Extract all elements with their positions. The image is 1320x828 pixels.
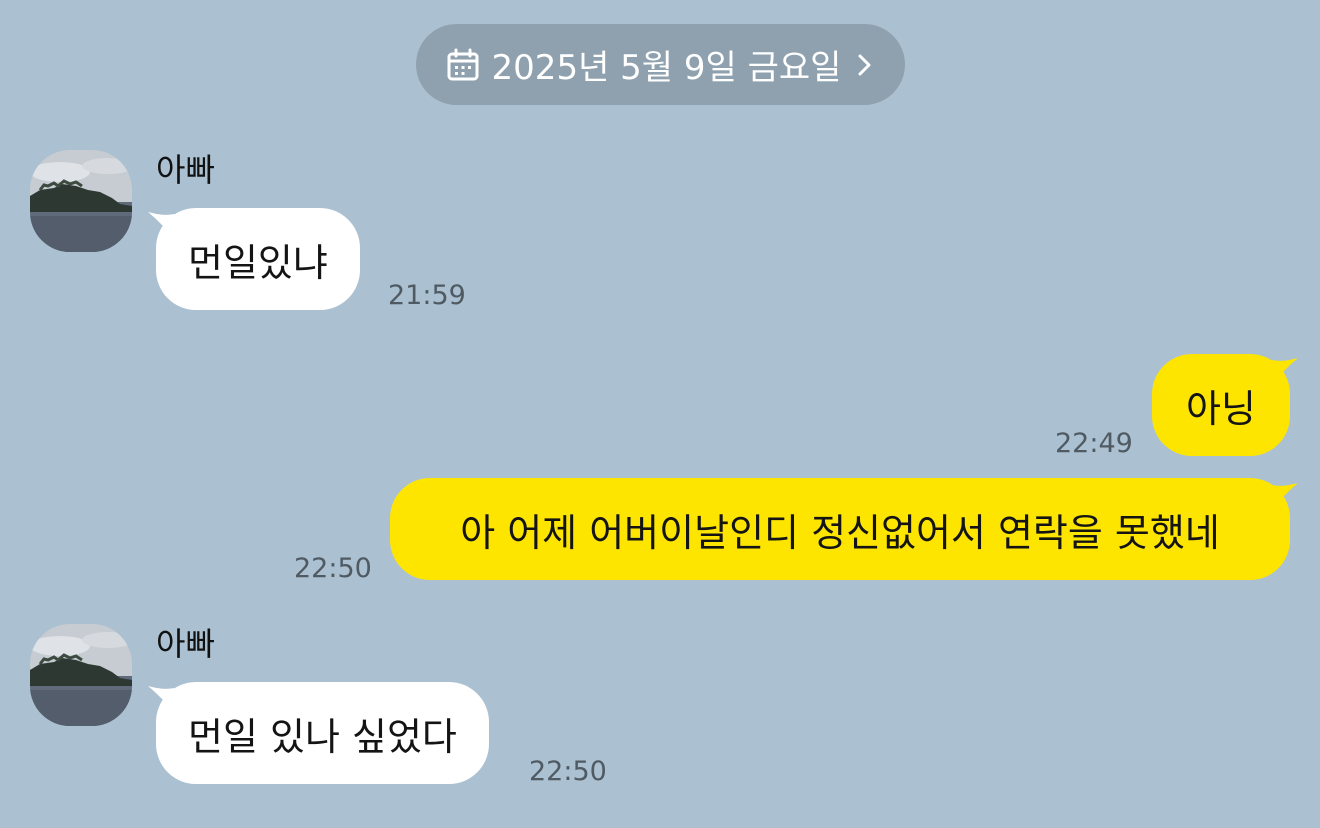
message-bubble[interactable]: 아 어제 어버이날인디 정신없어서 연락을 못했네	[390, 478, 1290, 580]
calendar-icon	[446, 48, 480, 82]
message-bubble[interactable]: 아닝	[1152, 354, 1290, 456]
message-timestamp: 22:50	[529, 756, 607, 787]
date-header-label: 2025년 5월 9일 금요일	[491, 48, 842, 88]
message-bubble[interactable]: 먼일있냐	[156, 208, 360, 310]
chevron-right-icon	[855, 50, 875, 80]
message-bubble[interactable]: 먼일 있나 싶었다	[156, 682, 489, 784]
avatar[interactable]	[30, 624, 132, 726]
message-timestamp: 21:59	[388, 280, 466, 311]
avatar[interactable]	[30, 150, 132, 252]
message-timestamp: 22:50	[294, 553, 372, 584]
date-header-pill[interactable]: 2025년 5월 9일 금요일	[416, 24, 905, 105]
sender-name: 아빠	[156, 151, 215, 189]
message-timestamp: 22:49	[1055, 428, 1133, 459]
sender-name: 아빠	[156, 625, 215, 663]
